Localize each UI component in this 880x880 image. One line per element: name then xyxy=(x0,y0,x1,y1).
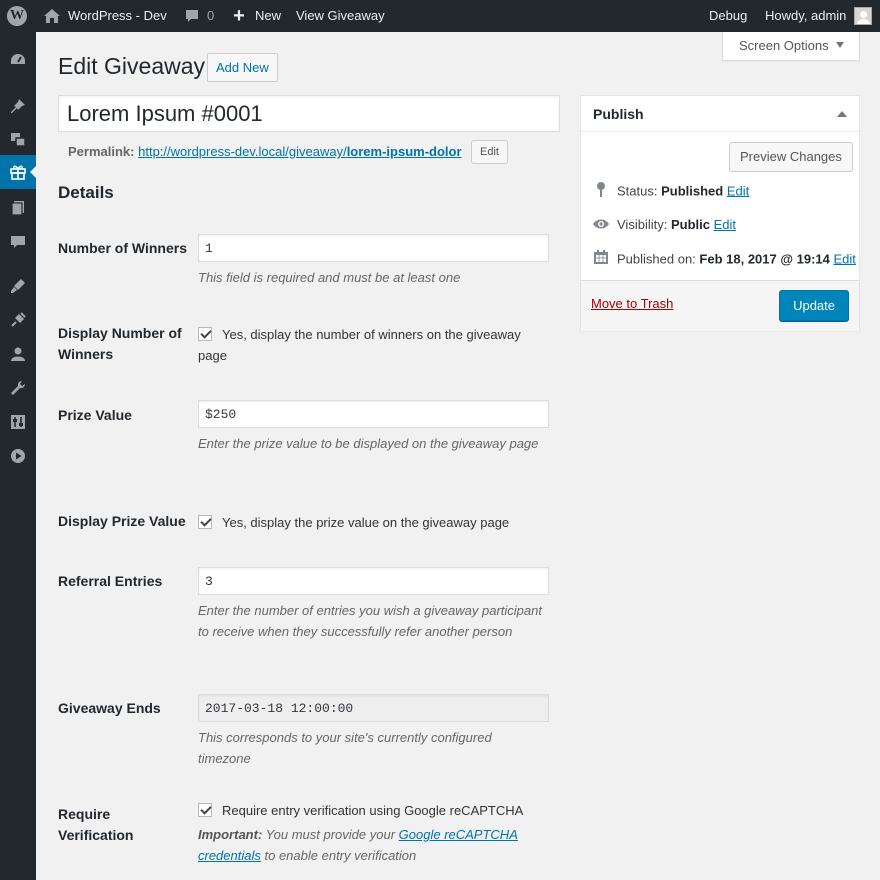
preview-changes-button[interactable]: Preview Changes xyxy=(729,142,853,172)
update-button[interactable]: Update xyxy=(779,290,849,321)
display-prize-label: Display Prize Value xyxy=(58,513,186,529)
verify-desc-pre: You must provide your xyxy=(265,827,396,842)
permalink-label: Permalink: xyxy=(68,144,135,159)
status-row: Status: Published Edit xyxy=(591,181,749,203)
verify-desc-post: to enable entry verification xyxy=(264,848,417,863)
screen-options-button[interactable]: Screen Options xyxy=(722,32,860,61)
published-label: Published on: xyxy=(617,251,696,267)
debug-link[interactable]: Debug xyxy=(709,0,747,32)
ends-description: This corresponds to your site's currentl… xyxy=(198,730,492,766)
media-icon[interactable] xyxy=(0,122,36,156)
prize-label: Prize Value xyxy=(58,407,132,423)
publish-header[interactable]: Publish xyxy=(581,96,859,132)
display-winners-option: Yes, display the number of winners on th… xyxy=(198,324,548,366)
comments-count[interactable]: 0 xyxy=(207,0,214,32)
view-giveaway-link[interactable]: View Giveaway xyxy=(296,0,385,32)
published-value: Feb 18, 2017 @ 19:14 xyxy=(699,251,830,267)
display-prize-text: Yes, display the prize value on the give… xyxy=(222,515,510,530)
permalink-slug: lorem-ipsum-dolor xyxy=(346,144,462,159)
status-label: Status: xyxy=(617,183,658,199)
verify-option: Require entry verification using Google … xyxy=(198,800,548,821)
media-player-icon[interactable] xyxy=(0,439,36,473)
pin-icon xyxy=(591,181,611,203)
publish-box: Publish Preview Changes Status: Publishe… xyxy=(580,95,860,331)
settings-icon[interactable] xyxy=(0,405,36,439)
publish-heading: Publish xyxy=(593,106,644,122)
verify-important: Important: xyxy=(198,827,263,842)
screen-options-label: Screen Options xyxy=(739,38,829,53)
comment-icon[interactable] xyxy=(183,0,201,32)
verify-description: Important: You must provide your Google … xyxy=(198,824,548,866)
wordpress-logo-icon[interactable]: W xyxy=(6,0,28,32)
referral-description: Enter the number of entries you wish a g… xyxy=(198,603,542,639)
status-value: Published xyxy=(661,183,724,199)
published-row: Published on: Feb 18, 2017 @ 19:14 Edit xyxy=(591,249,856,271)
pages-icon[interactable] xyxy=(0,191,36,225)
admin-bar: W WordPress - Dev 0 + New View Giveaway … xyxy=(0,0,880,32)
permalink-edit-button[interactable]: Edit xyxy=(471,140,508,164)
permalink: Permalink: http://wordpress-dev.local/gi… xyxy=(68,140,462,164)
dashboard-icon[interactable] xyxy=(0,43,36,77)
tools-icon[interactable] xyxy=(0,371,36,405)
display-winners-label: Display Number of Winners xyxy=(58,325,182,362)
page-title: Edit Giveaway xyxy=(58,53,206,79)
ends-input[interactable] xyxy=(198,694,549,722)
publish-actions: Move to Trash Update xyxy=(581,280,859,331)
details-heading: Details xyxy=(58,183,114,202)
winners-description: This field is required and must be at le… xyxy=(198,270,461,285)
howdy-link[interactable]: Howdy, admin xyxy=(765,0,846,32)
display-winners-checkbox[interactable] xyxy=(198,327,212,341)
permalink-base: http://wordpress-dev.local/giveaway/ xyxy=(138,144,347,159)
display-winners-text: Yes, display the number of winners on th… xyxy=(198,327,521,363)
users-icon[interactable] xyxy=(0,337,36,371)
verify-label: Require Verification xyxy=(58,806,134,843)
winners-input[interactable] xyxy=(198,234,549,262)
published-edit-link[interactable]: Edit xyxy=(834,251,856,266)
visibility-label: Visibility: xyxy=(617,217,668,232)
plus-icon[interactable]: + xyxy=(231,0,247,32)
verify-text: Require entry verification using Google … xyxy=(222,803,524,818)
visibility-value: Public xyxy=(670,217,710,232)
home-icon[interactable] xyxy=(43,0,61,32)
admin-sidebar xyxy=(0,32,36,880)
referral-label: Referral Entries xyxy=(58,573,163,589)
plugins-icon[interactable] xyxy=(0,303,36,337)
eye-icon xyxy=(591,216,611,236)
comments-icon[interactable] xyxy=(0,225,36,259)
site-name-link[interactable]: WordPress - Dev xyxy=(68,0,167,32)
display-prize-checkbox[interactable] xyxy=(198,515,212,529)
verify-checkbox[interactable] xyxy=(198,803,212,817)
posts-icon[interactable] xyxy=(0,89,36,123)
giveaways-icon[interactable] xyxy=(0,155,36,189)
caret-down-icon xyxy=(836,42,844,48)
prize-description: Enter the prize value to be displayed on… xyxy=(198,436,539,451)
post-title-input[interactable] xyxy=(58,95,560,132)
prize-input[interactable] xyxy=(198,400,549,428)
winners-label: Number of Winners xyxy=(58,240,187,256)
add-new-button[interactable]: Add New xyxy=(207,53,278,82)
referral-input[interactable] xyxy=(198,567,549,595)
display-prize-option: Yes, display the prize value on the give… xyxy=(198,512,548,533)
appearance-icon[interactable] xyxy=(0,269,36,303)
visibility-edit-link[interactable]: Edit xyxy=(714,217,736,232)
collapse-arrow-icon[interactable] xyxy=(837,111,847,117)
new-link[interactable]: New xyxy=(255,0,281,32)
status-edit-link[interactable]: Edit xyxy=(727,183,749,198)
ends-label: Giveaway Ends xyxy=(58,700,161,716)
move-to-trash-link[interactable]: Move to Trash xyxy=(591,296,673,311)
calendar-icon xyxy=(591,249,611,271)
visibility-row: Visibility: Public Edit xyxy=(591,215,736,236)
avatar[interactable] xyxy=(854,7,872,25)
permalink-link[interactable]: http://wordpress-dev.local/giveaway/lore… xyxy=(138,144,461,159)
